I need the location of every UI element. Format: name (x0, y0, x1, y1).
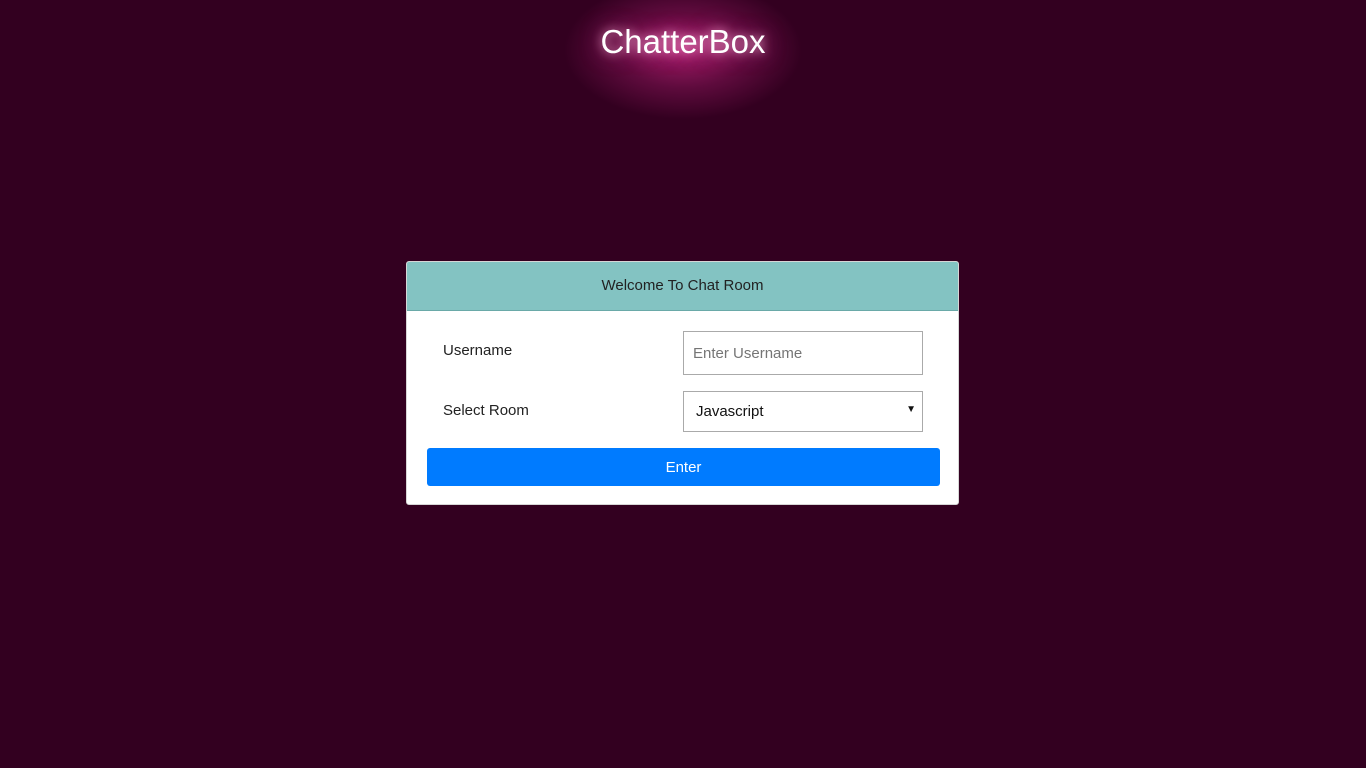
chevron-down-icon: ▼ (906, 404, 916, 415)
room-select[interactable]: Javascript ▼ (683, 391, 923, 432)
select-room-label: Select Room (443, 402, 529, 419)
enter-button[interactable]: Enter (427, 448, 940, 486)
page: ChatterBox Welcome To Chat Room Username… (0, 0, 1366, 768)
card-header: Welcome To Chat Room (407, 262, 958, 311)
username-input[interactable] (683, 331, 923, 375)
username-label: Username (443, 342, 513, 359)
app-title: ChatterBox (600, 23, 766, 60)
join-form-card: Welcome To Chat Room Username Select Roo… (406, 261, 959, 505)
room-select-value: Javascript (696, 403, 764, 420)
